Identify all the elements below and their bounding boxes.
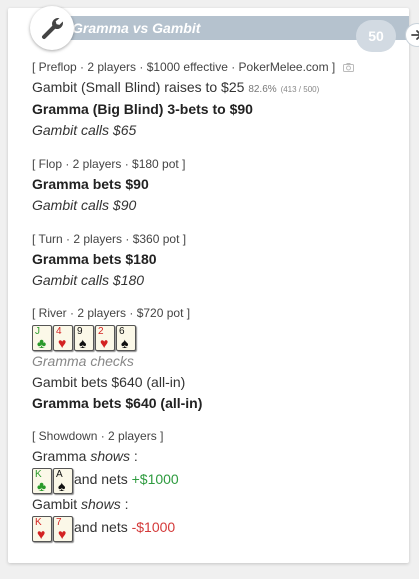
card-suit-icon: ♥ [100, 335, 109, 351]
river-action-check: Gramma checks [32, 353, 134, 369]
river-board: J ♣ 4 ♥ 9 ♠ 2 ♥ 6 ♠ [32, 325, 136, 351]
player2-result: -$1000 [131, 519, 176, 535]
flop-heading: [ Flop · 2 players · $180 pot ] [32, 157, 186, 171]
player1-result: +$1000 [131, 471, 179, 487]
flop-action-bet: Gramma bets $90 [32, 176, 149, 192]
tools-button[interactable] [30, 6, 74, 50]
hand-history-card: Gramma vs Gambit 50 [ Preflop · 2 player… [8, 6, 419, 563]
playing-card: 7 ♥ [53, 516, 73, 542]
wrench-icon [42, 18, 63, 39]
preflop-action-call: Gambit calls $65 [32, 122, 137, 138]
camera-icon[interactable] [342, 63, 354, 73]
preflop-action-3bet: Gramma (Big Blind) 3-bets to $90 [32, 101, 253, 117]
card-suit-icon: ♣ [37, 478, 47, 494]
arrow-right-icon [411, 30, 419, 40]
preflop-heading-text: [ Preflop · 2 players · $1000 effective … [32, 60, 336, 74]
player1-result-line: and nets +$1000 [74, 471, 179, 487]
player1-nets-label: and nets [74, 471, 128, 487]
playing-card: 2 ♥ [95, 325, 115, 351]
player1-shows-label: shows [90, 448, 131, 464]
playing-card: 6 ♠ [116, 325, 136, 351]
showdown-player2-line: Gambit shows : [32, 496, 128, 512]
next-hand-button[interactable] [406, 24, 419, 46]
playing-card: K ♣ [32, 468, 52, 494]
flop-action-call: Gambit calls $90 [32, 197, 137, 213]
turn-action-call: Gambit calls $180 [32, 272, 145, 288]
river-action-call-allin: Gramma bets $640 (all-in) [32, 395, 203, 411]
card-suit-icon: ♥ [37, 526, 46, 542]
showdown-heading: [ Showdown · 2 players ] [32, 429, 164, 443]
player2-result-line: and nets -$1000 [74, 519, 175, 535]
hand-header-bar: Gramma vs Gambit 50 [36, 16, 419, 52]
card-suit-icon: ♠ [121, 335, 129, 351]
player1-hole-cards: K ♣ A ♠ [32, 468, 73, 494]
turn-action-bet: Gramma bets $180 [32, 251, 157, 267]
playing-card: K ♥ [32, 516, 52, 542]
playing-card: 9 ♠ [74, 325, 94, 351]
preflop-action-raise: Gambit (Small Blind) raises to $25 82.6%… [32, 79, 319, 95]
player1-name: Gramma [32, 448, 87, 464]
player2-colon: : [124, 496, 129, 512]
card-suit-icon: ♠ [58, 478, 66, 494]
raise-percent: 82.6% [248, 84, 277, 95]
player2-nets-label: and nets [74, 519, 128, 535]
card-suit-icon: ♠ [79, 335, 87, 351]
player1-colon: : [133, 448, 138, 464]
playing-card: J ♣ [32, 325, 52, 351]
card-suit-icon: ♥ [58, 526, 67, 542]
player2-hole-cards: K ♥ 7 ♥ [32, 516, 73, 542]
river-heading: [ River · 2 players · $720 pot ] [32, 306, 191, 320]
card-suit-icon: ♥ [58, 335, 67, 351]
showdown-player1-line: Gramma shows : [32, 448, 138, 464]
playing-card: A ♠ [53, 468, 73, 494]
playing-card: 4 ♥ [53, 325, 73, 351]
preflop-heading: [ Preflop · 2 players · $1000 effective … [32, 60, 354, 74]
preflop-raise-text: Gambit (Small Blind) raises to $25 [32, 79, 245, 95]
hand-title: Gramma vs Gambit [72, 20, 201, 36]
river-action-bet: Gambit bets $640 (all-in) [32, 374, 186, 390]
player2-shows-label: shows [81, 496, 121, 512]
player2-name: Gambit [32, 496, 78, 512]
raise-ratio: (413 / 500) [280, 85, 320, 94]
hand-count-badge: 50 [356, 20, 396, 52]
card-suit-icon: ♣ [37, 335, 47, 351]
turn-heading: [ Turn · 2 players · $360 pot ] [32, 232, 187, 246]
